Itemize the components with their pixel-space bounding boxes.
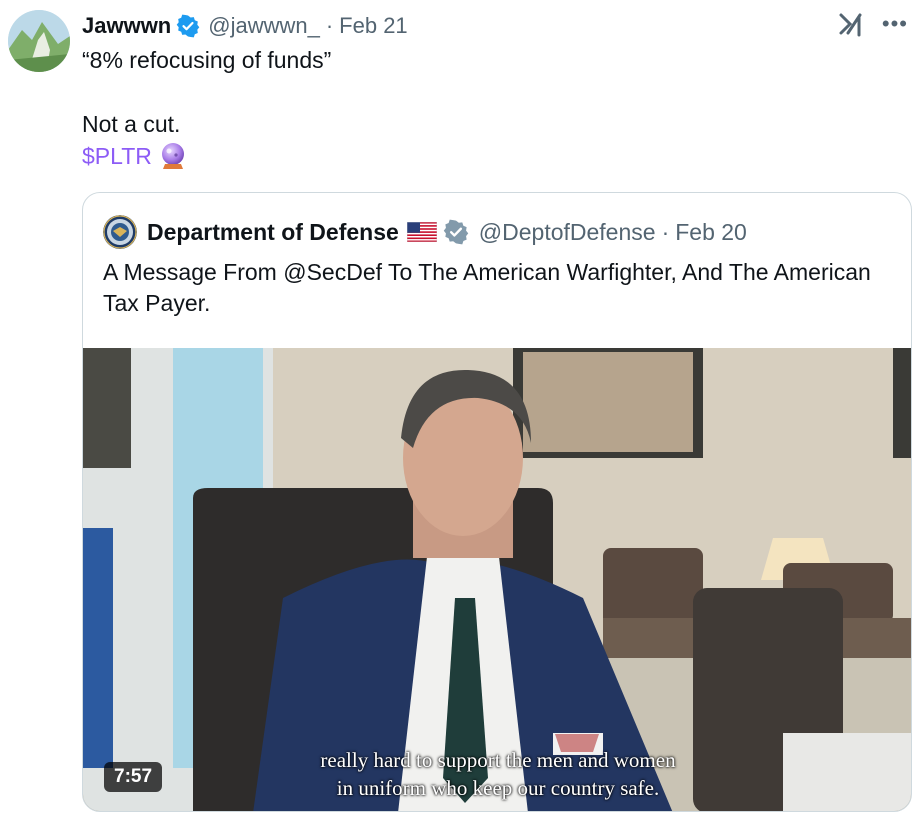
- separator-dot: ·: [325, 13, 334, 38]
- video-player[interactable]: really hard to support the men and women…: [83, 348, 911, 811]
- author-name[interactable]: Jawwwn: [82, 13, 171, 39]
- video-duration-badge: 7:57: [104, 762, 163, 792]
- quoted-author-name[interactable]: Department of Defense: [147, 219, 399, 246]
- tweet-line: “8% refocusing of funds”: [82, 47, 332, 73]
- quoted-author-handle[interactable]: @DeptofDefense: [479, 219, 656, 246]
- tweet-line: Not a cut.: [82, 111, 181, 137]
- caption-line: really hard to support the men and women: [320, 748, 676, 772]
- verified-badge-icon: [176, 14, 200, 38]
- video-frame: [83, 348, 911, 811]
- crystal-ball-icon: [161, 143, 184, 169]
- more-options-icon[interactable]: •••: [882, 13, 908, 35]
- grok-icon[interactable]: [838, 10, 866, 38]
- quoted-tweet-header: Department of Defense @DeptofDefense · F…: [103, 215, 747, 249]
- tweet-actions: •••: [838, 10, 908, 38]
- tweet-date[interactable]: Feb 21: [339, 13, 408, 39]
- us-flag-icon: [406, 222, 437, 242]
- author-avatar[interactable]: [8, 10, 70, 72]
- author-handle[interactable]: @jawwwn_: [208, 13, 320, 39]
- cashtag-line: $PLTR: [82, 140, 331, 172]
- gov-verified-badge-icon: [443, 219, 469, 245]
- cashtag-link[interactable]: $PLTR: [82, 143, 152, 169]
- quoted-tweet-date[interactable]: Feb 20: [675, 219, 747, 246]
- caption-line: in uniform who keep our country safe.: [336, 776, 660, 800]
- tweet-text: “8% refocusing of funds” Not a cut. $PLT…: [82, 44, 331, 172]
- quoted-tweet-text: A Message From @SecDef To The American W…: [103, 259, 871, 316]
- quoted-author-avatar[interactable]: [103, 215, 137, 249]
- video-caption: really hard to support the men and women…: [288, 746, 708, 802]
- quoted-tweet-card[interactable]: Department of Defense @DeptofDefense · F…: [82, 192, 912, 812]
- separator-dot: ·: [661, 218, 670, 245]
- tweet-header: Jawwwn @jawwwn_ · Feb 21: [82, 12, 408, 40]
